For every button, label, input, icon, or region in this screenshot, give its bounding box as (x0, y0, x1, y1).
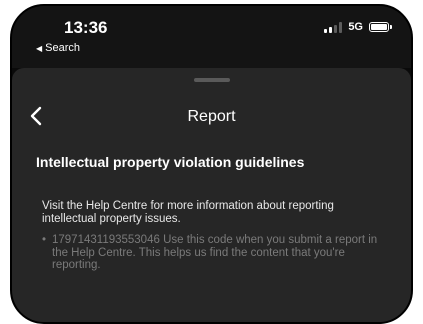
status-bar: 13:36 ◀ Search 5G (12, 6, 411, 68)
back-triangle-icon: ◀ (36, 44, 43, 53)
report-code-text: 17971431193553046 Use this code when you… (52, 234, 378, 271)
report-sheet: Report Intellectual property violation g… (12, 68, 411, 322)
nav-bar: Report (12, 96, 411, 136)
cellular-signal-icon (324, 21, 343, 33)
status-time: 13:36 (64, 18, 108, 37)
status-indicators: 5G (324, 21, 392, 33)
back-to-app-link[interactable]: ◀ Search (36, 42, 80, 54)
section-heading: Intellectual property violation guidelin… (36, 154, 305, 170)
help-centre-description: Visit the Help Centre for more informati… (42, 200, 334, 225)
phone-frame: 13:36 ◀ Search 5G Report Intellectual pr… (10, 4, 413, 324)
report-code-item: • 17971431193553046 Use this code when y… (42, 234, 382, 272)
bullet-icon: • (42, 234, 47, 246)
back-app-label: Search (45, 42, 81, 54)
sheet-grabber[interactable] (193, 78, 230, 82)
network-type: 5G (348, 21, 363, 33)
battery-icon (369, 22, 392, 32)
page-title: Report (187, 108, 236, 125)
